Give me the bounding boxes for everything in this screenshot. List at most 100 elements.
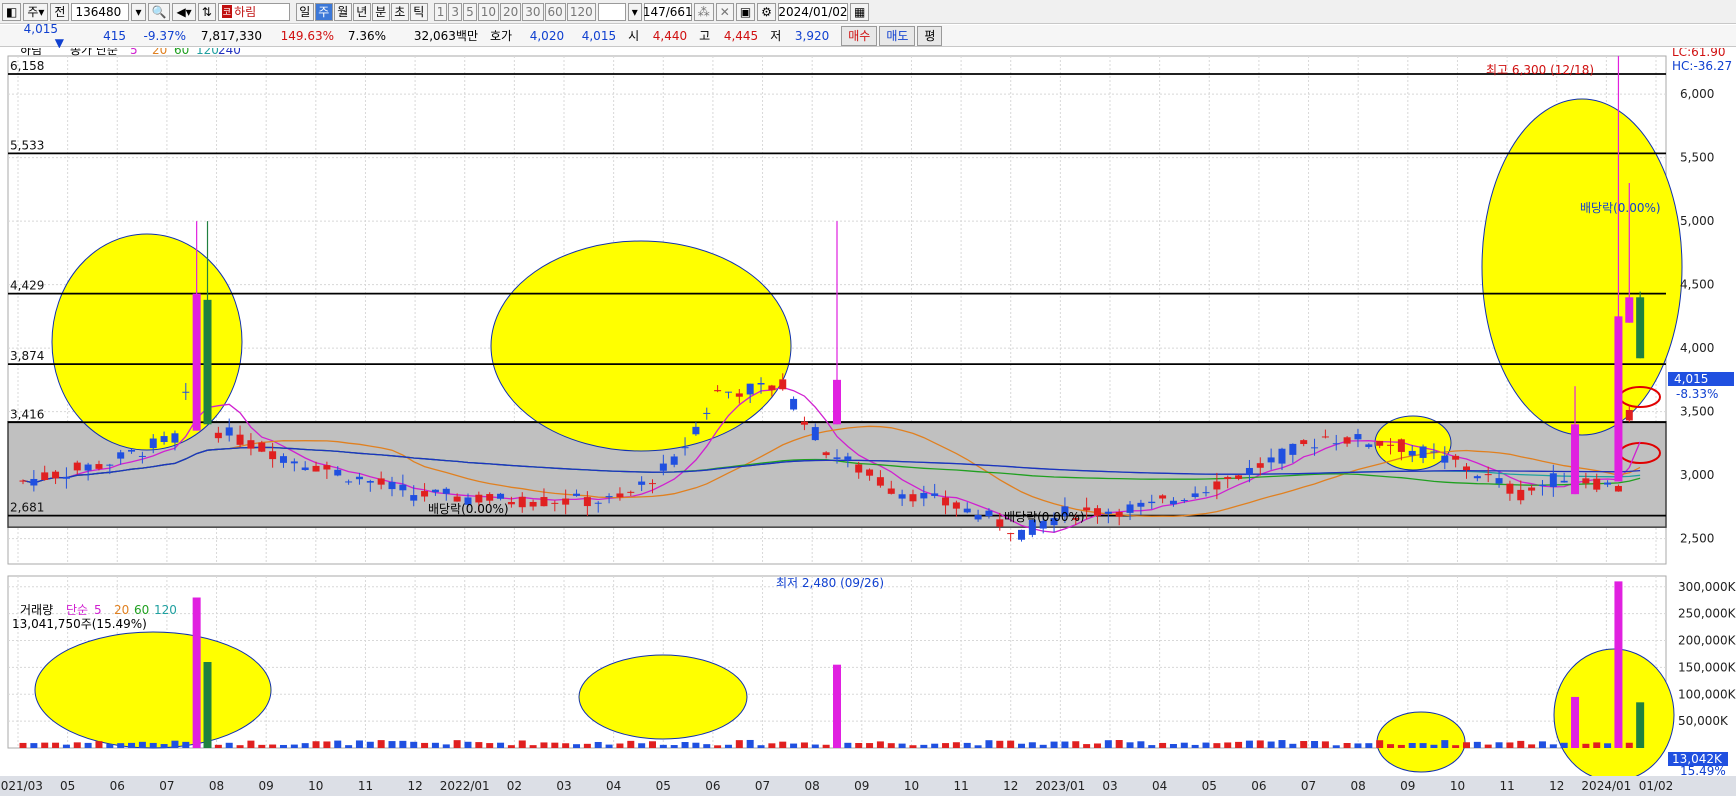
panel-toggle-icon[interactable]: ◧: [2, 2, 22, 21]
candle-body: [19, 480, 27, 482]
volume-bar: [269, 744, 277, 748]
interval-tab-120[interactable]: 120: [566, 2, 596, 21]
interval-tab-1[interactable]: 1: [433, 2, 448, 21]
volume-bar: [887, 743, 895, 748]
candle-body: [1213, 481, 1221, 490]
period-tabs: 일주월년분초틱: [295, 2, 428, 21]
candle-body: [1506, 483, 1514, 494]
candle-body: [171, 433, 179, 443]
volume-bar: [1115, 740, 1123, 748]
volume-bar: [1213, 743, 1221, 748]
period-tab-4[interactable]: 분: [371, 2, 390, 21]
period-tab-6[interactable]: 틱: [409, 2, 428, 21]
candle-body: [833, 379, 841, 425]
evaluate-button[interactable]: 평: [917, 25, 943, 46]
candle-body: [203, 299, 212, 425]
x-tick-label: 11: [358, 779, 373, 793]
interval-tab-20[interactable]: 20: [499, 2, 522, 21]
low-label: 저: [770, 29, 782, 43]
volume-bar: [1311, 741, 1319, 748]
price-tick-label: 5,000: [1680, 214, 1714, 228]
speaker-icon[interactable]: ◀▾: [172, 2, 196, 21]
interval-tab-60[interactable]: 60: [544, 2, 566, 21]
market-select[interactable]: 주 ▾: [23, 2, 49, 21]
candle-body: [1397, 439, 1405, 452]
volume-bar: [171, 740, 179, 748]
volume-bar: [1202, 742, 1210, 748]
change-percent: -9.37%: [143, 28, 186, 43]
buy-button[interactable]: 매수: [841, 25, 878, 46]
interval-tab-3[interactable]: 3: [448, 2, 463, 21]
volume-bar: [1104, 740, 1112, 748]
volume-bar: [648, 741, 656, 748]
stock-name-field[interactable]: 코 하림: [217, 2, 290, 21]
x-tick-label: 2022/01: [440, 779, 490, 793]
candle-body: [1549, 473, 1557, 487]
period-tab-2[interactable]: 월: [333, 2, 352, 21]
candle-body: [1528, 487, 1536, 491]
volume-bar: [1093, 743, 1101, 748]
candle-body: [1148, 501, 1156, 504]
type-select[interactable]: 전: [50, 2, 70, 21]
volume-panel-name: 거래량: [20, 603, 53, 617]
candle-body: [41, 472, 49, 480]
candle-body: [279, 456, 287, 463]
candle-body: [182, 391, 190, 393]
volume-bar: [659, 744, 667, 748]
volume-bar: [822, 744, 830, 748]
volume-bar: [366, 741, 374, 748]
price-tick-label: 3,500: [1680, 405, 1714, 419]
volume-bar: [1582, 743, 1590, 748]
crosshair-icon[interactable]: ⁂: [693, 2, 714, 21]
gear-icon[interactable]: ⚙: [757, 2, 776, 21]
volume-bar: [1289, 743, 1297, 748]
period-tab-3[interactable]: 년: [352, 2, 371, 21]
interval-dropdown-icon[interactable]: ▾: [627, 2, 642, 21]
candle-body: [670, 456, 678, 465]
code-dropdown-icon[interactable]: ▾: [131, 2, 146, 21]
volume-tick-label: 100,000K: [1678, 687, 1736, 701]
sell-button[interactable]: 매도: [879, 25, 916, 46]
x-tick-label: 12: [407, 779, 422, 793]
volume-bar: [258, 744, 266, 748]
period-tab-1[interactable]: 주: [314, 2, 333, 21]
prev-next-icon[interactable]: ⇅: [197, 2, 216, 21]
volume-bar: [996, 740, 1004, 748]
volume-bar: [128, 742, 136, 748]
x-tick-label: 2023/01: [1035, 779, 1085, 793]
period-tab-0[interactable]: 일: [295, 2, 314, 21]
level-label: 2,681: [10, 501, 44, 515]
volume-bar: [681, 742, 689, 748]
volume-bar: [1126, 742, 1134, 748]
save-icon[interactable]: ▣: [735, 2, 756, 21]
price-tick-label: 5,500: [1680, 151, 1714, 165]
candle-body: [431, 489, 439, 493]
candle-body: [583, 497, 591, 507]
candle-body: [160, 436, 168, 442]
date-field[interactable]: 2024/01/02: [777, 2, 848, 21]
candle-body: [1538, 484, 1546, 486]
interval-tab-5[interactable]: 5: [463, 2, 477, 21]
interval-tab-30[interactable]: 30: [522, 2, 544, 21]
stock-chart[interactable]: 6,158 5,533 4,429 3,874 3,416 2,681 2,500 3,00…: [0, 48, 1736, 796]
volume-bar: [735, 740, 743, 748]
interval-tab-10[interactable]: 10: [477, 2, 499, 21]
interval-custom-input[interactable]: [597, 2, 626, 21]
count-field[interactable]: 147/661: [643, 2, 693, 21]
chart-settings-icon[interactable]: ✕: [715, 2, 734, 21]
volume-bar: [876, 741, 884, 748]
volume-bar: [518, 740, 526, 748]
search-icon[interactable]: 🔍: [147, 2, 171, 21]
candle-body: [844, 456, 852, 460]
volume-bar: [497, 742, 505, 748]
candle-body: [1419, 446, 1427, 458]
candle-body: [1604, 482, 1612, 485]
candle-body: [1202, 492, 1210, 494]
candle-body: [551, 502, 559, 504]
code-input[interactable]: 136480: [71, 2, 130, 21]
calendar-icon[interactable]: ▦: [849, 2, 870, 21]
candle-body: [334, 469, 342, 476]
volume-bar: [790, 743, 798, 748]
period-tab-5[interactable]: 초: [390, 2, 409, 21]
x-tick-label: 01/02: [1639, 779, 1674, 793]
